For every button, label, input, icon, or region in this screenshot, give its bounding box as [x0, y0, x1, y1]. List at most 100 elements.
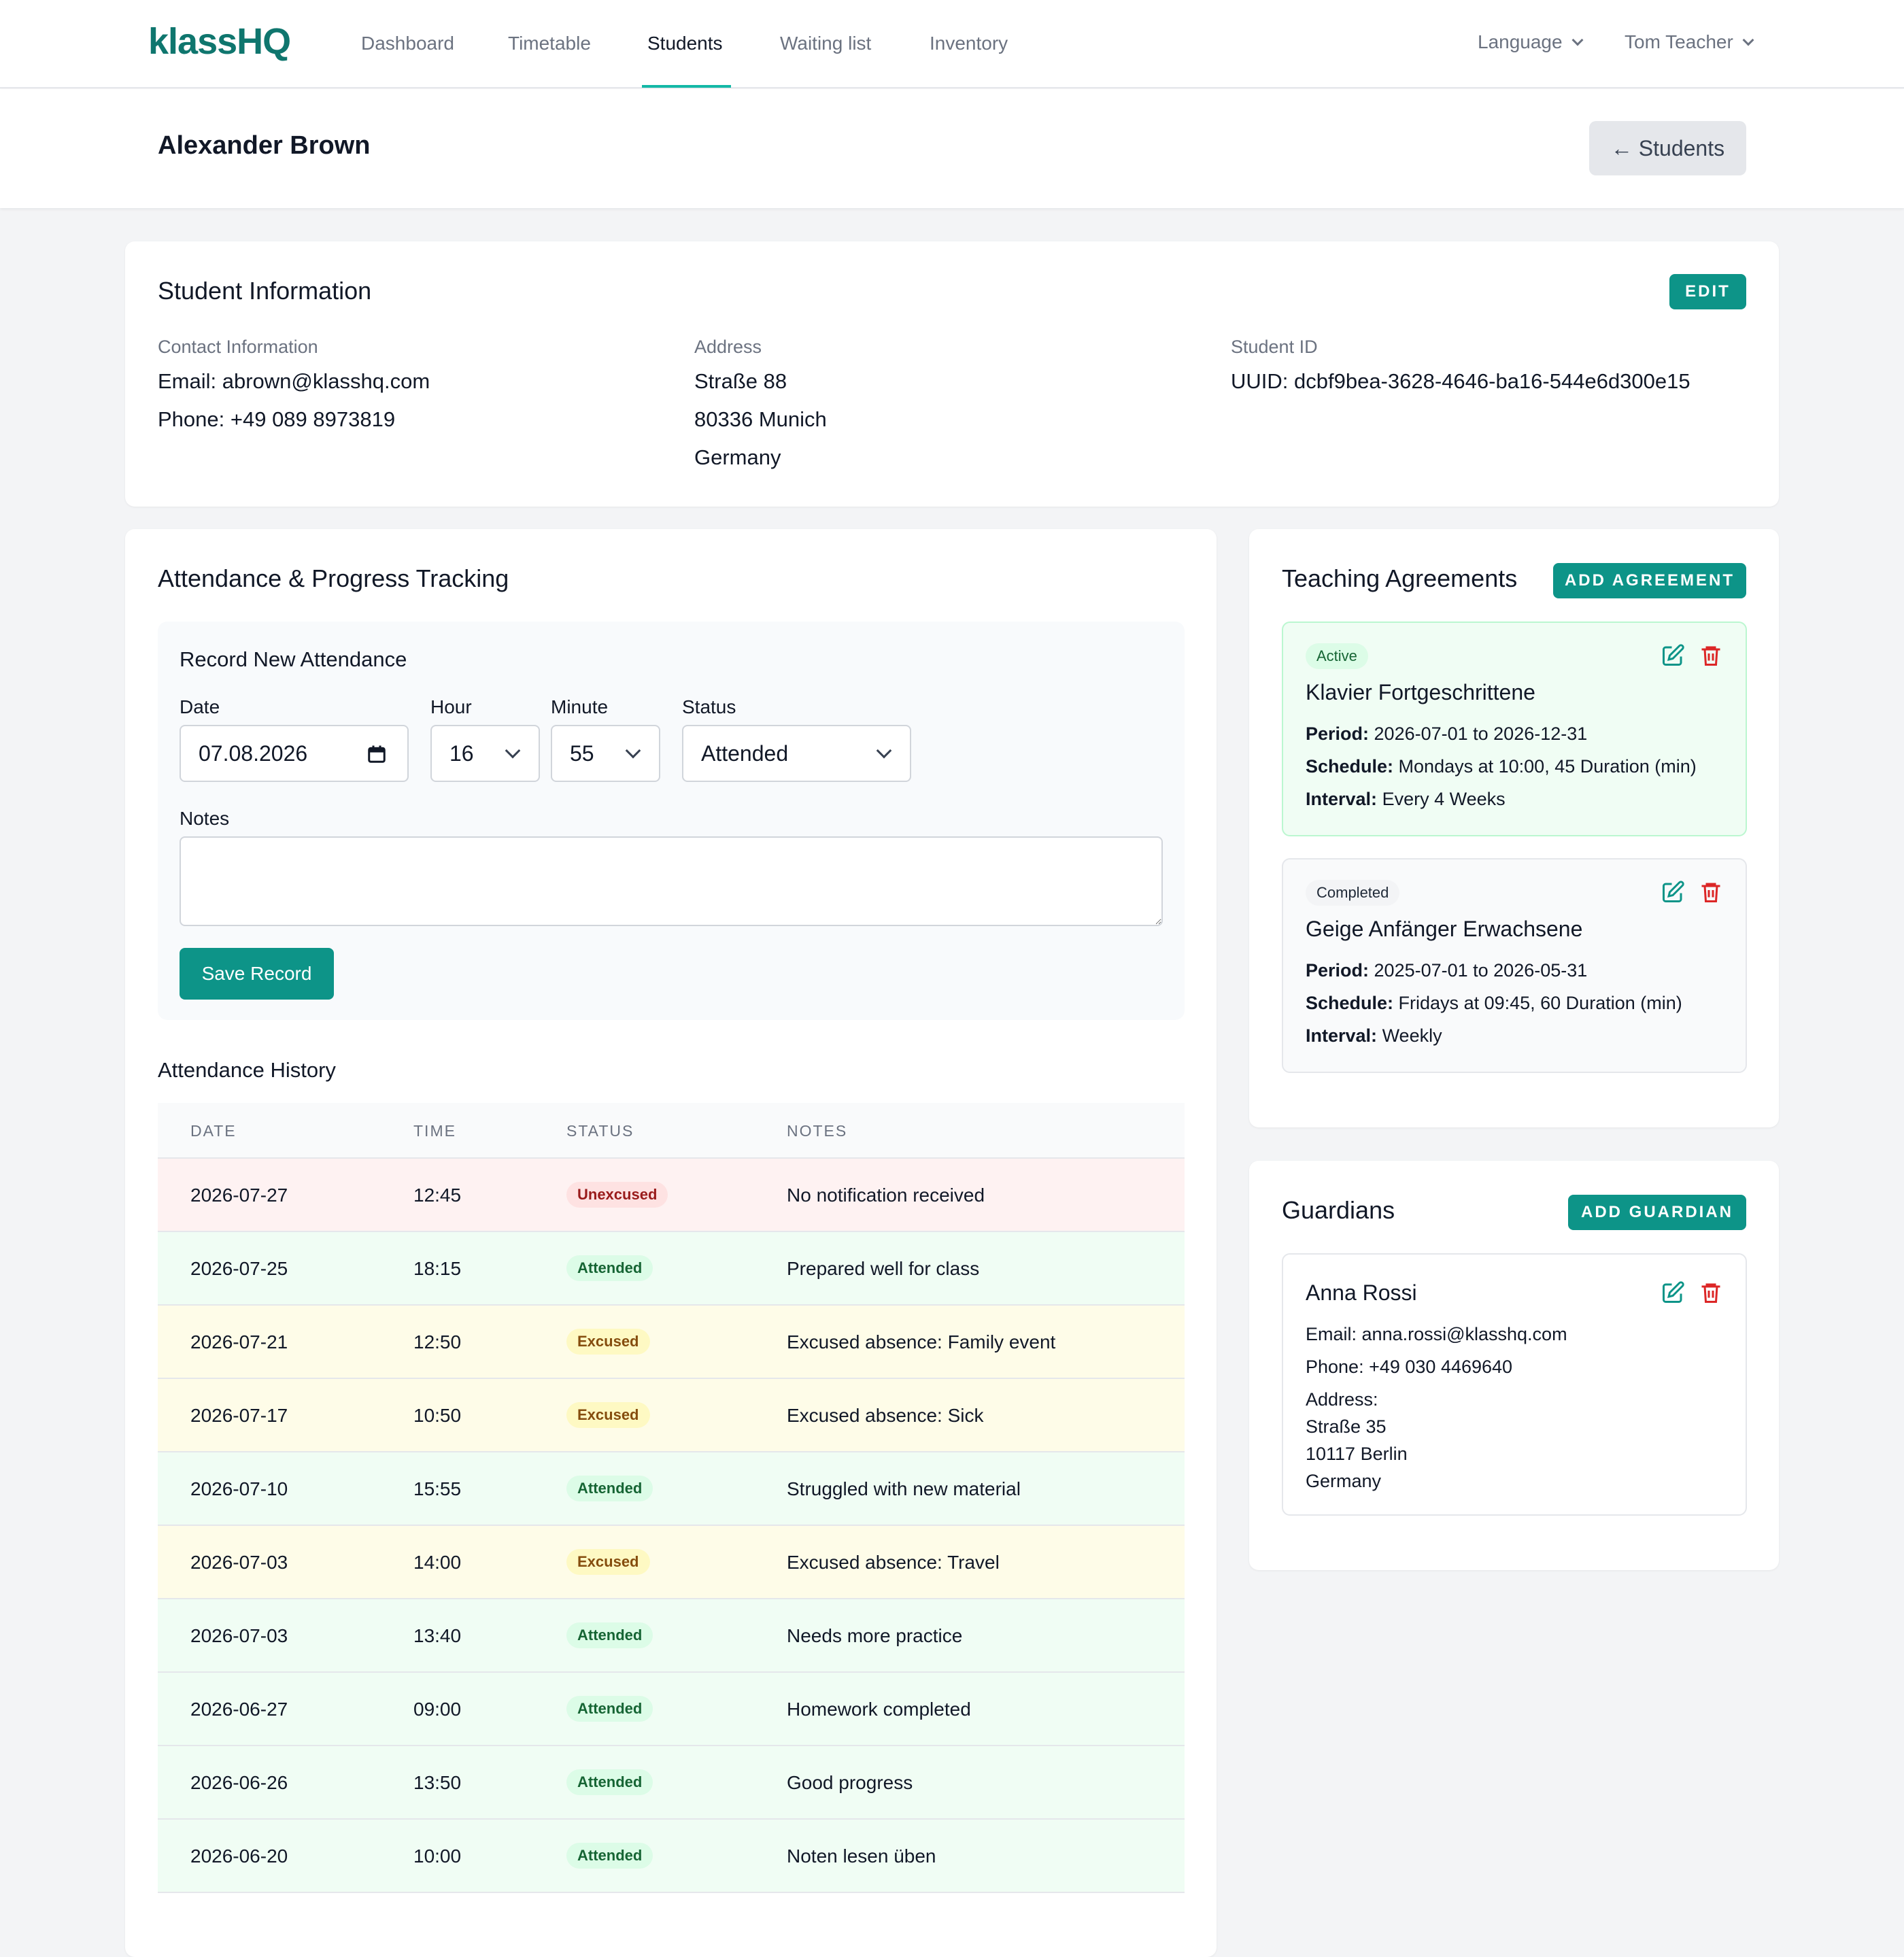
agreement-status-badge: Active	[1306, 643, 1368, 669]
edit-icon[interactable]	[1661, 643, 1685, 668]
chevron-down-icon	[625, 743, 641, 759]
row-date: 2026-06-26	[190, 1772, 288, 1793]
address-label: Address	[694, 337, 762, 357]
date-label: Date	[180, 696, 220, 717]
col-date: DATE	[190, 1122, 237, 1140]
agreement-status-badge: Completed	[1306, 880, 1400, 906]
status-badge: Excused	[566, 1402, 650, 1428]
guardian-city: 10117 Berlin	[1306, 1444, 1408, 1464]
add-guardian-button[interactable]: ADD GUARDIAN	[1568, 1195, 1746, 1230]
status-label: Status	[682, 696, 736, 717]
row-date: 2026-07-10	[190, 1478, 288, 1499]
top-navbar: klassHQ Dashboard Timetable Students Wai…	[0, 0, 1904, 88]
trash-icon[interactable]	[1699, 1280, 1723, 1305]
student-email: Email: abrown@klasshq.com	[158, 369, 430, 393]
row-date: 2026-07-17	[190, 1405, 288, 1426]
status-badge: Attended	[566, 1622, 653, 1648]
agreement-period: Period: 2025-07-01 to 2026-05-31	[1306, 960, 1588, 981]
attendance-table-header: DATE TIME STATUS NOTES	[158, 1103, 1185, 1159]
row-notes: Excused absence: Travel	[787, 1552, 1000, 1573]
address-street: Straße 88	[694, 369, 787, 393]
nav-active-indicator	[642, 85, 731, 88]
student-info-card: Student Information EDIT Contact Informa…	[125, 241, 1779, 507]
row-date: 2026-07-27	[190, 1185, 288, 1206]
edit-student-button[interactable]: EDIT	[1669, 274, 1746, 309]
row-time: 15:55	[413, 1478, 462, 1499]
notes-textarea[interactable]	[180, 836, 1163, 926]
row-notes: Good progress	[787, 1772, 913, 1793]
user-menu[interactable]: Tom Teacher	[1625, 31, 1754, 53]
table-row: 2026-07-25 18:15 Attended Prepared well for…	[158, 1232, 1185, 1306]
record-attendance-title: Record New Attendance	[180, 647, 407, 671]
col-notes: NOTES	[787, 1122, 848, 1140]
status-badge: Attended	[566, 1255, 653, 1281]
date-input[interactable]: 07.08.2026	[180, 725, 409, 782]
status-value: Attended	[701, 741, 789, 766]
row-time: 14:00	[413, 1552, 462, 1573]
status-badge: Attended	[566, 1696, 653, 1722]
status-badge: Attended	[566, 1476, 653, 1501]
row-date: 2026-07-25	[190, 1258, 288, 1279]
edit-icon[interactable]	[1661, 880, 1685, 904]
row-notes: No notification received	[787, 1185, 985, 1206]
notes-label: Notes	[180, 808, 230, 829]
agreement-period: Period: 2026-07-01 to 2026-12-31	[1306, 724, 1588, 744]
page-title: Alexander Brown	[158, 131, 371, 160]
chevron-down-icon	[1742, 34, 1754, 46]
status-badge: Unexcused	[566, 1182, 668, 1208]
add-agreement-button[interactable]: ADD AGREEMENT	[1553, 563, 1746, 598]
language-dropdown[interactable]: Language	[1478, 31, 1584, 53]
nav-inventory[interactable]: Inventory	[930, 33, 1008, 54]
trash-icon[interactable]	[1699, 880, 1723, 904]
table-row: 2026-07-10 15:55 Attended Struggled with ne…	[158, 1452, 1185, 1526]
status-badge: Excused	[566, 1549, 650, 1575]
row-time: 18:15	[413, 1258, 462, 1279]
date-value: 07.08.2026	[199, 741, 308, 766]
user-name: Tom Teacher	[1625, 31, 1733, 52]
attendance-title: Attendance & Progress Tracking	[158, 564, 509, 592]
guardian-name: Anna Rossi	[1306, 1280, 1417, 1305]
agreements-title: Teaching Agreements	[1282, 564, 1518, 592]
address-city: 80336 Munich	[694, 407, 827, 431]
hour-label: Hour	[430, 696, 472, 717]
row-time: 13:50	[413, 1772, 462, 1793]
calendar-icon[interactable]	[367, 744, 387, 764]
hour-value: 16	[449, 741, 474, 766]
nav-students[interactable]: Students	[647, 33, 723, 54]
address-country: Germany	[694, 445, 781, 469]
nav-timetable[interactable]: Timetable	[508, 33, 591, 54]
student-uuid: UUID: dcbf9bea-3628-4646-ba16-544e6d300e…	[1231, 369, 1690, 393]
agreement-title: Klavier Fortgeschrittene	[1306, 680, 1535, 704]
agreement-interval: Interval: Weekly	[1306, 1025, 1442, 1046]
chevron-down-icon	[505, 743, 521, 759]
chevron-down-icon	[1571, 34, 1584, 46]
logo[interactable]: klassHQ	[148, 20, 291, 63]
nav-dashboard[interactable]: Dashboard	[361, 33, 454, 54]
status-badge: Excused	[566, 1329, 650, 1355]
table-row: 2026-06-27 09:00 Attended Homework complete…	[158, 1673, 1185, 1746]
row-notes: Noten lesen üben	[787, 1845, 936, 1867]
agreement-schedule: Schedule: Fridays at 09:45, 60 Duration …	[1306, 993, 1682, 1013]
row-date: 2026-07-03	[190, 1625, 288, 1646]
guardians-title: Guardians	[1282, 1196, 1395, 1224]
table-row: 2026-07-21 12:50 Excused Excused absence: F…	[158, 1306, 1185, 1379]
trash-icon[interactable]	[1699, 643, 1723, 668]
row-time: 13:40	[413, 1625, 462, 1646]
row-notes: Needs more practice	[787, 1625, 963, 1646]
row-notes: Excused absence: Family event	[787, 1331, 1056, 1352]
row-notes: Excused absence: Sick	[787, 1405, 984, 1426]
table-row: 2026-07-03 13:40 Attended Needs more practi…	[158, 1599, 1185, 1673]
save-record-button[interactable]: Save Record	[180, 948, 334, 1000]
row-time: 12:45	[413, 1185, 462, 1206]
table-row: 2026-07-27 12:45 Unexcused No notification …	[158, 1159, 1185, 1232]
minute-select[interactable]: 55	[551, 725, 660, 782]
chevron-down-icon	[876, 743, 892, 759]
minute-value: 55	[570, 741, 594, 766]
edit-icon[interactable]	[1661, 1280, 1685, 1305]
agreement-schedule: Schedule: Mondays at 10:00, 45 Duration …	[1306, 756, 1697, 777]
nav-waiting-list[interactable]: Waiting list	[780, 33, 871, 54]
hour-select[interactable]: 16	[430, 725, 540, 782]
agreement-interval: Interval: Every 4 Weeks	[1306, 789, 1506, 809]
back-to-students-button[interactable]: ← Students	[1589, 121, 1746, 175]
status-select[interactable]: Attended	[682, 725, 911, 782]
